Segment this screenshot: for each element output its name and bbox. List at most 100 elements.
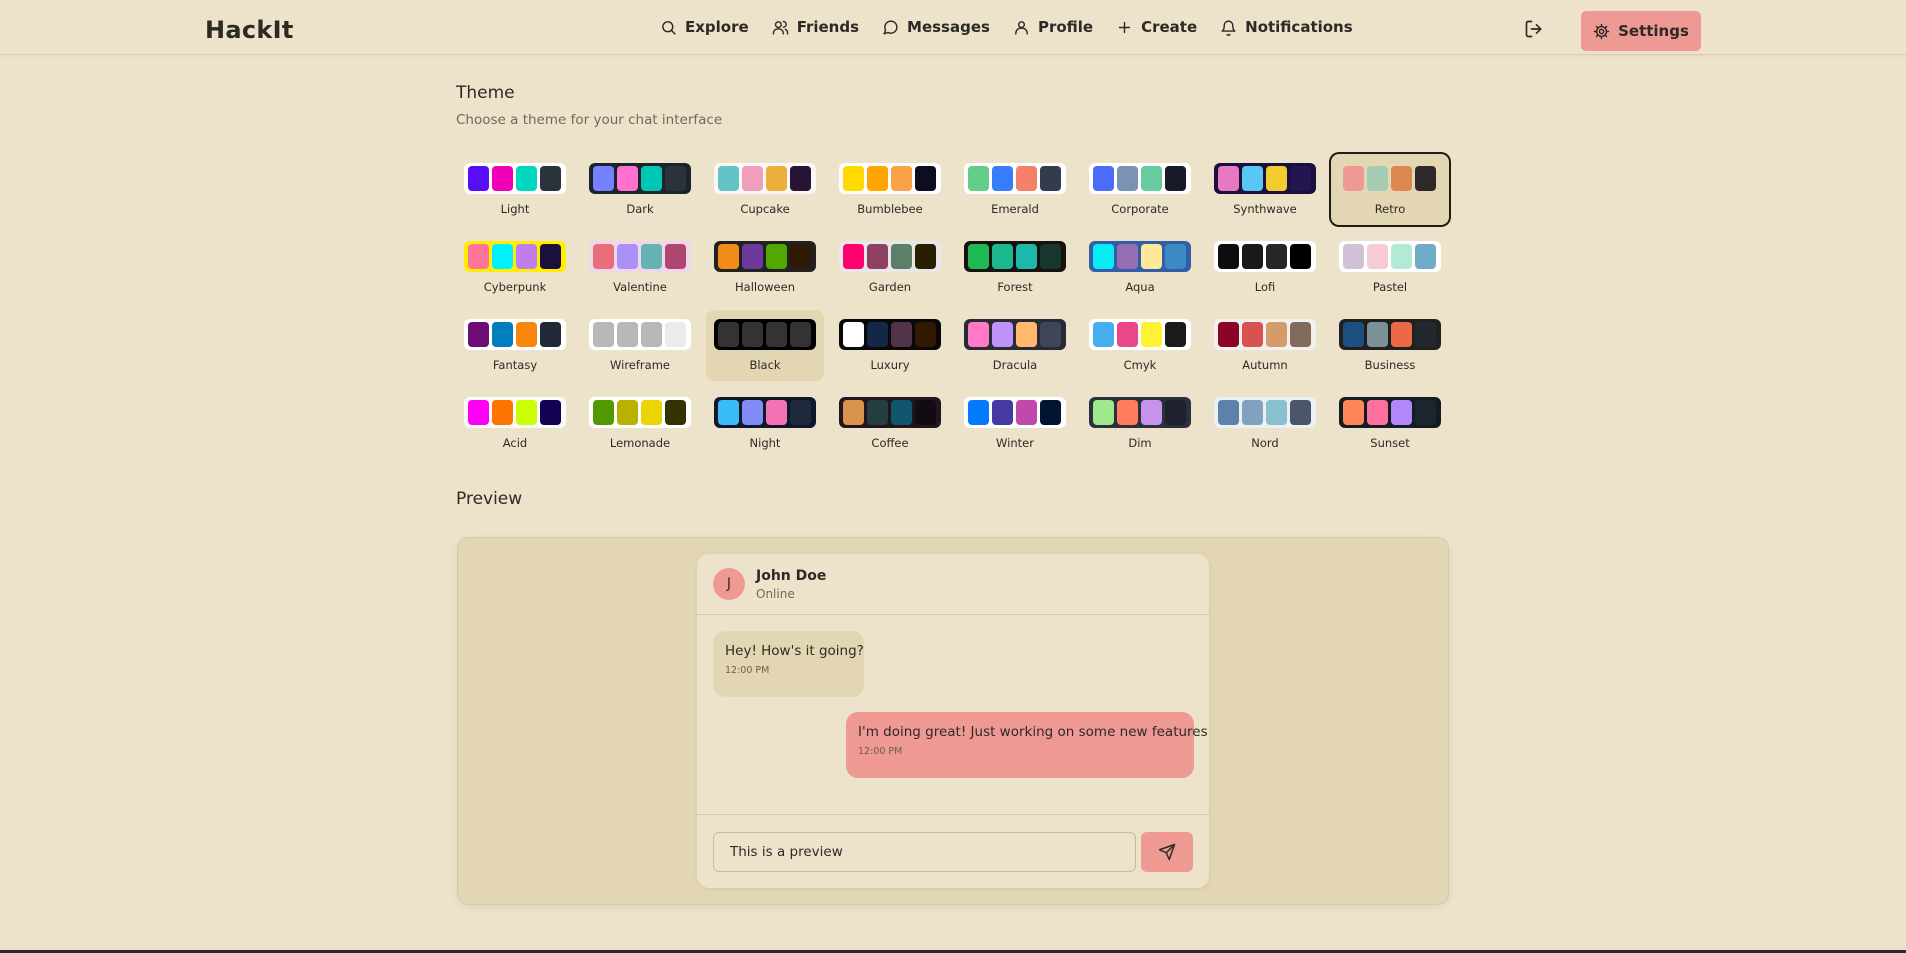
theme-name: Dracula bbox=[992, 358, 1038, 372]
color-swatch bbox=[492, 244, 513, 269]
brand-logo[interactable]: HackIt bbox=[205, 16, 294, 44]
theme-swatch-preview bbox=[589, 319, 691, 350]
message-input[interactable] bbox=[713, 832, 1136, 872]
theme-option-pastel[interactable]: Pastel bbox=[1331, 232, 1449, 303]
nav-notifications[interactable]: Notifications bbox=[1210, 10, 1363, 44]
message-bubble-sent: I'm doing great! Just working on some ne… bbox=[846, 712, 1209, 778]
theme-swatch-preview bbox=[839, 163, 941, 194]
settings-button[interactable]: Settings bbox=[1581, 11, 1701, 51]
color-swatch bbox=[891, 244, 912, 269]
color-swatch bbox=[1165, 244, 1186, 269]
theme-name: Corporate bbox=[1111, 202, 1169, 216]
theme-option-black[interactable]: Black bbox=[706, 310, 824, 381]
color-swatch bbox=[665, 400, 686, 425]
color-swatch bbox=[468, 166, 489, 191]
theme-name: Acid bbox=[502, 436, 528, 450]
color-swatch bbox=[766, 322, 787, 347]
theme-option-cupcake[interactable]: Cupcake bbox=[706, 154, 824, 225]
color-swatch bbox=[992, 166, 1013, 191]
theme-name: Lofi bbox=[1254, 280, 1276, 294]
theme-option-lemonade[interactable]: Lemonade bbox=[581, 388, 699, 459]
color-swatch bbox=[915, 244, 936, 269]
theme-option-valentine[interactable]: Valentine bbox=[581, 232, 699, 303]
theme-name: Black bbox=[749, 358, 781, 372]
theme-option-forest[interactable]: Forest bbox=[956, 232, 1074, 303]
theme-option-sunset[interactable]: Sunset bbox=[1331, 388, 1449, 459]
theme-option-lofi[interactable]: Lofi bbox=[1206, 232, 1324, 303]
users-icon bbox=[772, 20, 788, 35]
theme-option-retro[interactable]: Retro bbox=[1331, 154, 1449, 225]
theme-option-light[interactable]: Light bbox=[456, 154, 574, 225]
color-swatch bbox=[540, 400, 561, 425]
theme-option-nord[interactable]: Nord bbox=[1206, 388, 1324, 459]
theme-option-dracula[interactable]: Dracula bbox=[956, 310, 1074, 381]
theme-swatch-preview bbox=[589, 163, 691, 194]
theme-swatch-preview bbox=[1089, 163, 1191, 194]
nav-friends[interactable]: Friends bbox=[762, 10, 869, 44]
theme-option-wireframe[interactable]: Wireframe bbox=[581, 310, 699, 381]
color-swatch bbox=[593, 244, 614, 269]
color-swatch bbox=[1242, 166, 1263, 191]
theme-option-night[interactable]: Night bbox=[706, 388, 824, 459]
theme-name: Nord bbox=[1251, 436, 1279, 450]
color-swatch bbox=[593, 166, 614, 191]
nav-messages[interactable]: Messages bbox=[872, 10, 1000, 44]
theme-option-coffee[interactable]: Coffee bbox=[831, 388, 949, 459]
color-swatch bbox=[1242, 244, 1263, 269]
theme-swatch-preview bbox=[964, 241, 1066, 272]
theme-swatch-preview bbox=[1339, 163, 1441, 194]
theme-name: Synthwave bbox=[1233, 202, 1297, 216]
theme-swatch-preview bbox=[589, 241, 691, 272]
color-swatch bbox=[766, 166, 787, 191]
color-swatch bbox=[1391, 244, 1412, 269]
nav-label: Friends bbox=[796, 18, 860, 36]
theme-title: Theme bbox=[456, 83, 515, 103]
color-swatch bbox=[540, 244, 561, 269]
theme-name: Halloween bbox=[735, 280, 795, 294]
theme-option-synthwave[interactable]: Synthwave bbox=[1206, 154, 1324, 225]
nav-create[interactable]: Create bbox=[1106, 10, 1207, 44]
nav-explore[interactable]: Explore bbox=[650, 10, 759, 44]
theme-option-acid[interactable]: Acid bbox=[456, 388, 574, 459]
color-swatch bbox=[665, 244, 686, 269]
color-swatch bbox=[1040, 322, 1061, 347]
preview-title: Preview bbox=[456, 489, 523, 509]
color-swatch bbox=[843, 166, 864, 191]
theme-swatch-preview bbox=[464, 319, 566, 350]
contact-name: John Doe bbox=[756, 568, 827, 584]
theme-option-autumn[interactable]: Autumn bbox=[1206, 310, 1324, 381]
theme-option-halloween[interactable]: Halloween bbox=[706, 232, 824, 303]
color-swatch bbox=[641, 166, 662, 191]
theme-option-luxury[interactable]: Luxury bbox=[831, 310, 949, 381]
color-swatch bbox=[992, 322, 1013, 347]
theme-option-corporate[interactable]: Corporate bbox=[1081, 154, 1199, 225]
theme-option-bumblebee[interactable]: Bumblebee bbox=[831, 154, 949, 225]
theme-option-garden[interactable]: Garden bbox=[831, 232, 949, 303]
color-swatch bbox=[790, 166, 811, 191]
nav-profile[interactable]: Profile bbox=[1003, 10, 1103, 44]
send-button[interactable] bbox=[1141, 832, 1193, 872]
color-swatch bbox=[665, 166, 686, 191]
logout-icon[interactable] bbox=[1524, 19, 1544, 39]
color-swatch bbox=[992, 244, 1013, 269]
color-swatch bbox=[1117, 166, 1138, 191]
color-swatch bbox=[540, 166, 561, 191]
color-swatch bbox=[1391, 322, 1412, 347]
theme-option-cmyk[interactable]: Cmyk bbox=[1081, 310, 1199, 381]
message-circle-icon bbox=[883, 19, 898, 35]
theme-swatch-preview bbox=[1089, 319, 1191, 350]
color-swatch bbox=[1242, 322, 1263, 347]
color-swatch bbox=[1367, 400, 1388, 425]
theme-option-winter[interactable]: Winter bbox=[956, 388, 1074, 459]
theme-option-emerald[interactable]: Emerald bbox=[956, 154, 1074, 225]
color-swatch bbox=[516, 166, 537, 191]
color-swatch bbox=[1343, 244, 1364, 269]
message-text: Hey! How's it going? bbox=[725, 643, 864, 659]
theme-option-business[interactable]: Business bbox=[1331, 310, 1449, 381]
chat-preview-card: J John Doe Online Hey! How's it going? 1… bbox=[697, 554, 1209, 888]
theme-option-dim[interactable]: Dim bbox=[1081, 388, 1199, 459]
theme-option-aqua[interactable]: Aqua bbox=[1081, 232, 1199, 303]
theme-option-cyberpunk[interactable]: Cyberpunk bbox=[456, 232, 574, 303]
theme-option-fantasy[interactable]: Fantasy bbox=[456, 310, 574, 381]
theme-option-dark[interactable]: Dark bbox=[581, 154, 699, 225]
